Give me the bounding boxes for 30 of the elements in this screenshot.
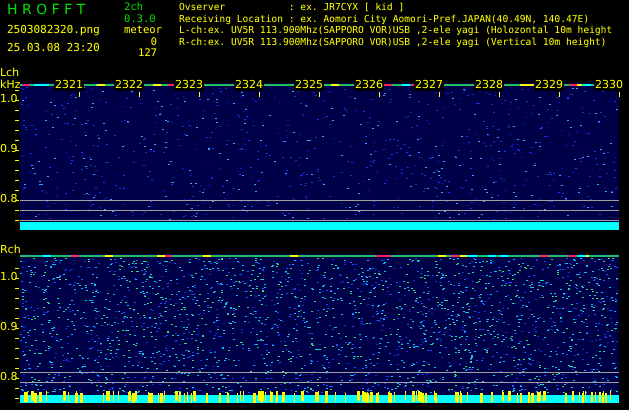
meteor-count: 127 (137, 48, 157, 60)
axis-tick-label: 0.8 (0, 371, 18, 383)
time-label: 2329 (534, 79, 564, 91)
channel-label: Rch (0, 244, 21, 255)
time-label: 2326 (354, 79, 384, 91)
time-label: 2327 (414, 79, 444, 91)
info-line: L-ch:ex. UV5R 113.900Mhz(SAPPORO VOR)USB ,2-ele yagi (Holozontal 10m height (179, 25, 612, 37)
app-title: H R O F F T (7, 2, 86, 18)
axis-tick-label: 1.0 (0, 93, 18, 105)
info-line: R-ch:ex. UV5R 113.900Mhz(SAPPORO VOR)USB ,2-ele yagi (Vertical 10m height) (179, 36, 608, 48)
info-line: Ovserver : ex. JR7CYX [ kid ] (179, 2, 406, 14)
time-label: 2323 (174, 79, 204, 91)
date-time: 25.03.08 23:20 (7, 41, 101, 54)
time-label: 2330 (594, 79, 624, 91)
meteor-label: meteor (124, 25, 162, 36)
channel-label: Lch (0, 67, 20, 78)
time-label: 2328 (474, 79, 504, 91)
axis-tick-label: 0.8 (0, 193, 18, 205)
axis-tick-label: 0.9 (0, 143, 18, 155)
axis-tick-label: 1.0 (0, 271, 18, 283)
time-label: 2325 (294, 79, 324, 91)
time-label: 2321 (54, 79, 84, 91)
axis-tick-label: 0.9 (0, 321, 18, 333)
file-name: 2503082320.png (7, 23, 101, 36)
info-line: Receiving Location : ex. Aomori City Aomori-Pref.JAPAN(40.49N, 140.47E) (179, 14, 590, 26)
time-label: 2324 (234, 79, 264, 91)
version-label: 2ch 0.3.0 (124, 2, 157, 25)
unit-label: kHz (0, 79, 20, 90)
meteor-count: 0 (150, 36, 157, 48)
time-label: 2322 (114, 79, 144, 91)
